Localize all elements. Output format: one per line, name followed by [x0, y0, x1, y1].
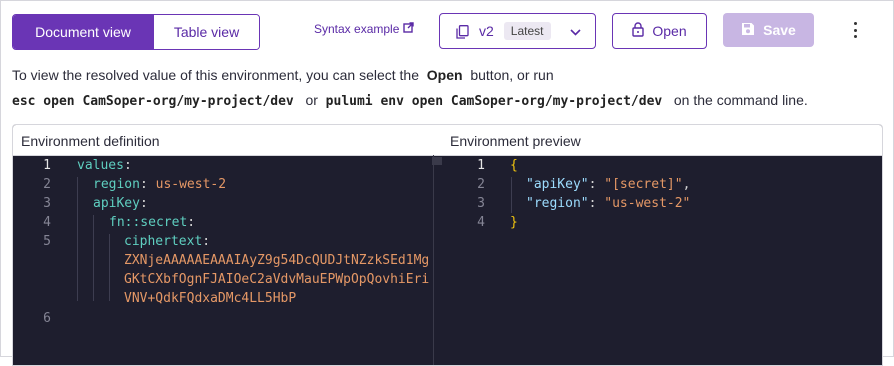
- pulumi-command: pulumi env open CamSoper-org/my-project/…: [325, 94, 663, 109]
- code-line: fn::secret:: [109, 215, 196, 230]
- editor-divider[interactable]: [433, 155, 434, 365]
- view-toggle: Document view Table view: [12, 14, 260, 50]
- save-icon: [741, 22, 755, 39]
- indent-guide: [109, 234, 110, 301]
- yaml-key: apiKey: [93, 196, 140, 211]
- yaml-key: values: [77, 158, 124, 173]
- line-number: 2: [43, 177, 51, 192]
- syntax-example-link[interactable]: Syntax example: [314, 22, 415, 36]
- description-line-2: esc open CamSoper-org/my-project/dev or …: [12, 92, 808, 109]
- json-value: "us-west-2": [604, 196, 691, 211]
- document-view-button[interactable]: Document view: [13, 15, 153, 49]
- line-number: 4: [477, 215, 485, 230]
- line-number: 3: [477, 196, 485, 211]
- line-number: 3: [43, 196, 51, 211]
- editor-header: Environment definition Environment previ…: [13, 125, 882, 156]
- environment-preview-title: Environment preview: [450, 133, 581, 149]
- json-brace: }: [510, 215, 518, 230]
- ciphertext-value: GKtCXbfOgnFJAIOeC2aVdvMauEPWpOpQovhiEri: [124, 272, 430, 287]
- open-keyword: Open: [426, 67, 463, 83]
- latest-badge: Latest: [503, 22, 551, 40]
- code-line: region: us-west-2: [93, 177, 227, 192]
- save-label: Save: [763, 22, 796, 38]
- indent-guide: [93, 215, 94, 301]
- line-number: 1: [477, 158, 485, 173]
- indent-guide: [511, 177, 512, 213]
- ciphertext-value: VNV+QdkFQdxaDMc4LL5HbP: [124, 291, 297, 306]
- code-line: ciphertext:: [124, 234, 211, 249]
- json-brace: {: [510, 158, 518, 173]
- yaml-key: ciphertext: [124, 234, 203, 249]
- open-label: Open: [652, 23, 687, 39]
- code-line: values:: [77, 158, 132, 173]
- description-line-1: To view the resolved value of this envir…: [12, 67, 554, 83]
- code-line: "region": "us-west-2": [526, 196, 691, 211]
- environment-definition-title: Environment definition: [21, 133, 160, 149]
- description-text: To view the resolved value of this envir…: [12, 67, 419, 83]
- or-text: or: [305, 92, 318, 108]
- editor-panel: Environment definition Environment previ…: [12, 124, 883, 366]
- yaml-key: region: [93, 177, 140, 192]
- code-line: apiKey:: [93, 196, 148, 211]
- external-link-icon: [403, 22, 415, 36]
- save-button[interactable]: Save: [723, 13, 814, 47]
- description-text: button, or run: [470, 67, 554, 83]
- line-number: 2: [477, 177, 485, 192]
- version-selector[interactable]: v2 Latest: [439, 13, 596, 49]
- yaml-key: fn::secret: [109, 215, 188, 230]
- syntax-example-label: Syntax example: [314, 22, 400, 36]
- line-number: 6: [43, 311, 51, 326]
- json-value: "[secret]": [604, 177, 683, 192]
- lock-icon: [632, 22, 645, 40]
- esc-command: esc open CamSoper-org/my-project/dev: [12, 94, 294, 109]
- open-button[interactable]: Open: [612, 13, 707, 49]
- json-key: "apiKey": [526, 177, 589, 192]
- yaml-value: us-west-2: [155, 177, 227, 192]
- ciphertext-value: ZXNjeAAAAAEAAAIAyZ9g54DcQUDJtNZzkSEd1Mg: [124, 253, 430, 268]
- line-number: 5: [43, 234, 51, 249]
- line-number: 4: [43, 215, 51, 230]
- code-line: "apiKey": "[secret]",: [526, 177, 691, 192]
- indent-guide: [77, 177, 78, 301]
- line-number: 1: [43, 158, 51, 173]
- json-key: "region": [526, 196, 589, 211]
- more-options-icon[interactable]: [848, 22, 862, 38]
- editor-scrollbar[interactable]: [432, 157, 442, 165]
- description-text: on the command line.: [673, 92, 808, 108]
- table-view-button[interactable]: Table view: [153, 15, 259, 49]
- copy-icon: [456, 24, 469, 39]
- chevron-down-icon: [570, 23, 581, 39]
- version-number: v2: [479, 23, 494, 39]
